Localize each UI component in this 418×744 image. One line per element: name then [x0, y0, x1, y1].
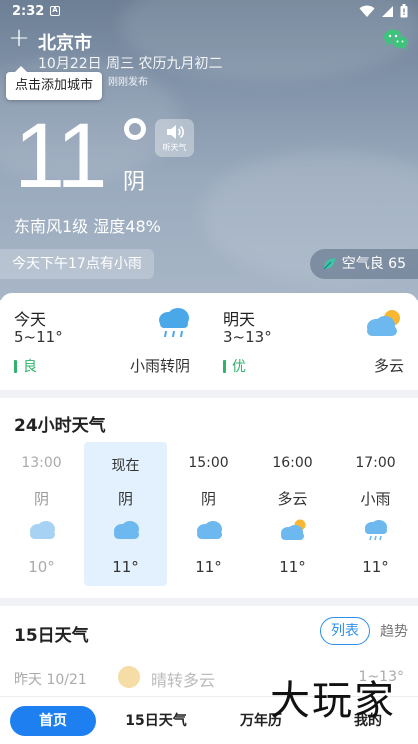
hour-cell[interactable]: 15:00 阴 11°	[167, 442, 250, 586]
today-tomorrow-card: 今天 5~11° 良 小雨转阴 明天 3~13° 优 多云	[0, 293, 418, 390]
air-quality-badge[interactable]: 空气良 65	[309, 249, 418, 279]
hour-temperature: 10°	[28, 558, 55, 576]
today-summary[interactable]: 今天 5~11° 良 小雨转阴	[0, 293, 209, 390]
hour-condition: 阴	[117, 490, 133, 508]
view-switch: 列表 趋势	[320, 617, 408, 645]
forecast-15-title: 15日天气	[14, 626, 89, 646]
weather-hero: 2:32 A + 北京市 10月22日 周三 农历九月初二 刚刚发布 11 阴 …	[0, 0, 418, 300]
hour-time: 13:00	[21, 455, 62, 471]
today-desc: 小雨转阴	[130, 357, 191, 375]
hour-condition: 阴	[200, 490, 216, 508]
speaker-icon	[167, 125, 184, 139]
hour-cell[interactable]: 13:00 阴 10°	[0, 442, 83, 586]
listen-weather-label: 听天气	[162, 143, 187, 152]
wechat-icon[interactable]	[383, 28, 409, 52]
listen-weather-button[interactable]: 听天气	[155, 119, 194, 157]
tomorrow-label: 明天	[223, 310, 256, 329]
battery-icon	[400, 4, 408, 18]
wifi-icon	[359, 5, 375, 17]
hour-temperature: 11°	[362, 558, 389, 576]
sunny-icon	[118, 666, 140, 688]
system-icons	[359, 4, 408, 18]
hourly-card: 24小时天气 13:00 阴 10° 现在 阴 11° 15:00 阴 11° …	[0, 398, 418, 598]
hour-time: 17:00	[355, 455, 396, 471]
rain-notice[interactable]: 今天下午17点有小雨	[0, 249, 154, 279]
nav-forecast[interactable]: 15日天气	[115, 697, 197, 744]
signal-icon	[382, 5, 393, 17]
tab-list[interactable]: 列表	[320, 617, 370, 645]
publish-time: 刚刚发布	[108, 77, 148, 88]
partly-cloudy-icon	[281, 519, 306, 540]
hour-condition: 多云	[277, 490, 308, 508]
add-city-icon[interactable]: +	[8, 25, 30, 51]
hour-time: 15:00	[188, 455, 229, 471]
today-label: 今天	[14, 310, 47, 329]
overcast-icon	[114, 521, 139, 539]
watermark: 大玩家	[270, 678, 396, 724]
tomorrow-air-quality: 优	[223, 356, 246, 376]
notification-icon: A	[50, 6, 60, 16]
hour-cell-now[interactable]: 现在 阴 11°	[84, 442, 167, 586]
nav-home[interactable]: 首页	[10, 706, 96, 736]
overcast-icon	[30, 521, 55, 539]
wind-humidity: 东南风1级 湿度48%	[14, 217, 161, 236]
forecast-day: 昨天 10/21	[14, 672, 87, 688]
light-rain-icon	[365, 520, 387, 541]
hour-temperature: 11°	[279, 558, 306, 576]
overcast-icon	[197, 521, 222, 539]
hourly-title: 24小时天气	[14, 416, 106, 436]
today-range: 5~11°	[14, 328, 63, 346]
date-line: 10月22日 周三 农历九月初二	[38, 56, 223, 72]
hour-cell[interactable]: 16:00 多云 11°	[251, 442, 334, 586]
hour-temperature: 11°	[112, 558, 139, 576]
hour-time: 16:00	[272, 455, 313, 471]
forecast-condition: 晴转多云	[151, 671, 216, 690]
leaf-icon	[323, 258, 335, 270]
city-name[interactable]: 北京市	[38, 29, 92, 55]
tomorrow-desc: 多云	[374, 357, 405, 375]
tab-trend[interactable]: 趋势	[380, 621, 408, 641]
air-quality-text: 空气良 65	[341, 256, 406, 272]
hour-temperature: 11°	[195, 558, 222, 576]
partly-cloudy-icon	[367, 310, 400, 336]
status-time: 2:32	[12, 4, 45, 19]
status-bar: 2:32 A	[0, 0, 418, 24]
tomorrow-summary[interactable]: 明天 3~13° 优 多云	[209, 293, 418, 390]
today-air-quality: 良	[14, 356, 37, 376]
hour-time: 现在	[111, 458, 140, 474]
hour-condition: 阴	[33, 490, 49, 508]
tomorrow-range: 3~13°	[223, 328, 272, 346]
light-rain-icon	[159, 308, 189, 338]
hour-condition: 小雨	[360, 490, 391, 508]
hour-cell[interactable]: 17:00 小雨 11°	[334, 442, 417, 586]
add-city-tooltip[interactable]: 点击添加城市	[6, 66, 103, 100]
current-condition: 阴	[123, 170, 146, 195]
degree-symbol	[124, 118, 146, 140]
current-temperature: 11	[14, 105, 108, 207]
